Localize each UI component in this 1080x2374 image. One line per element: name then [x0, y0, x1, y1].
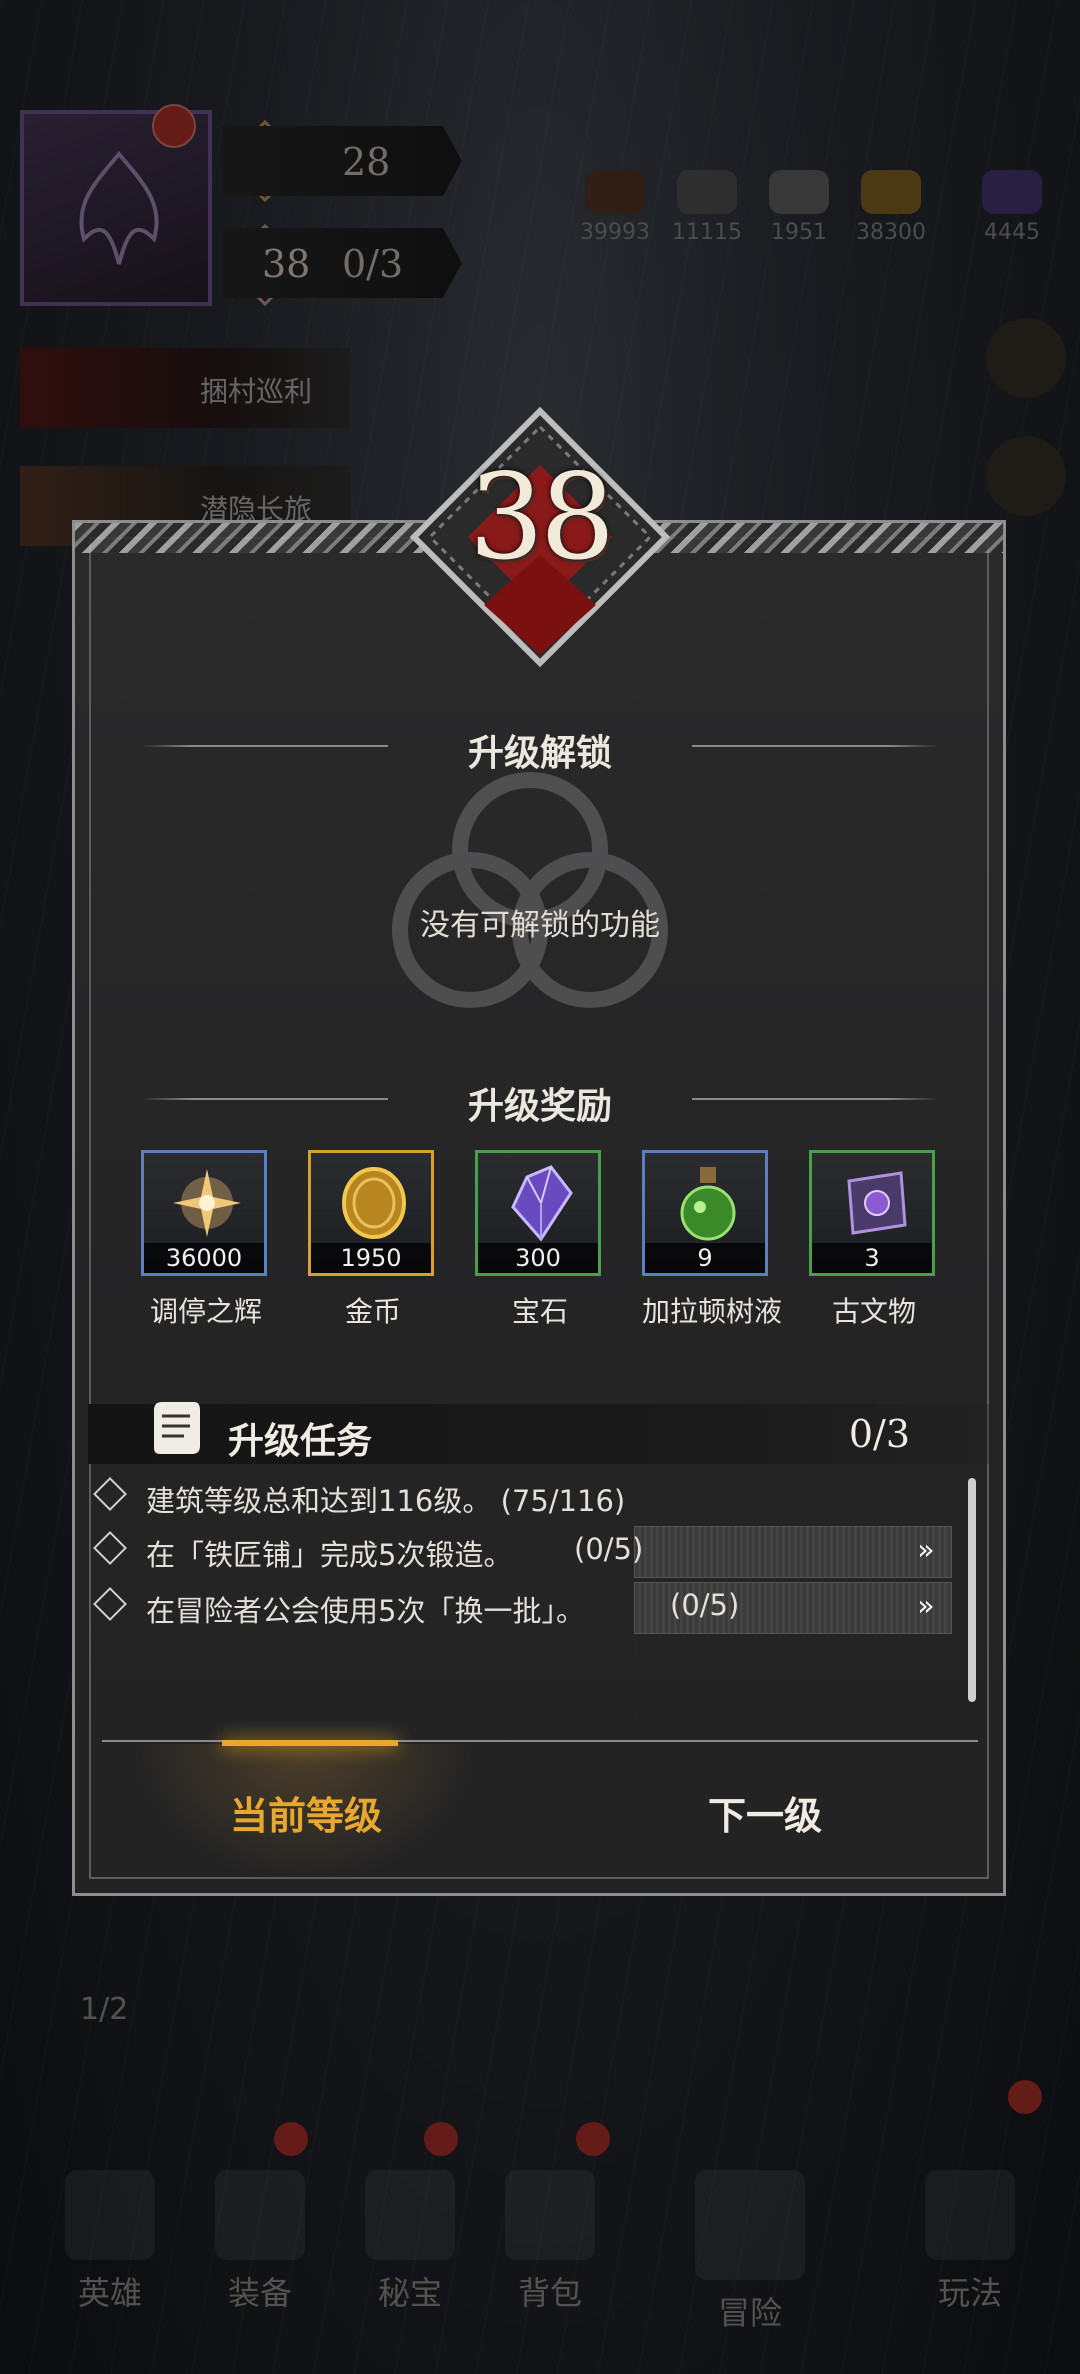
- double-chevron-right-icon: »: [917, 1589, 935, 1622]
- diamond-bullet-icon: [93, 1587, 127, 1621]
- reward-item[interactable]: 36000 调停之辉: [141, 1150, 271, 1330]
- reward-slot: 300: [475, 1150, 601, 1276]
- artifact-box-icon: [847, 1171, 907, 1235]
- scroll-icon: [154, 1402, 200, 1454]
- task-text: 建筑等级总和达到116级。 (75/116): [146, 1484, 626, 1518]
- reward-item[interactable]: 9 加拉顿树液: [642, 1150, 783, 1330]
- task-go-button[interactable]: »: [634, 1526, 952, 1578]
- double-chevron-right-icon: »: [917, 1533, 935, 1566]
- tab-current-level[interactable]: 当前等级: [230, 1785, 382, 1840]
- task-progress: (75/116): [500, 1484, 626, 1518]
- task-scrollbar[interactable]: [968, 1478, 976, 1702]
- potion-bottle-icon: [680, 1167, 736, 1241]
- task-item: » 在冒险者公会使用5次「换一批」。 (0/5): [93, 1582, 952, 1634]
- reward-count: 300: [478, 1243, 598, 1273]
- reward-count: 1950: [311, 1243, 431, 1273]
- reward-slot: 36000: [141, 1150, 267, 1276]
- level-number: 38: [468, 448, 615, 586]
- task-header: 升级任务 0/3: [88, 1402, 992, 1464]
- reward-name: 宝石: [511, 1295, 568, 1328]
- reward-section-title: 升级奖励: [467, 1086, 612, 1127]
- reward-count: 9: [645, 1243, 765, 1273]
- reward-item[interactable]: 300 宝石: [475, 1150, 605, 1330]
- task-text: 在「铁匠铺」完成5次锻造。: [146, 1538, 513, 1572]
- reward-name: 金币: [344, 1295, 401, 1328]
- reward-slot: 1950: [308, 1150, 434, 1276]
- task-text: 在冒险者公会使用5次「换一批」。: [146, 1594, 585, 1628]
- task-progress: (0/5): [574, 1532, 644, 1566]
- diamond-bullet-icon: [93, 1531, 127, 1565]
- reward-name: 加拉顿树液: [642, 1295, 783, 1328]
- reward-item[interactable]: 3 古文物: [809, 1150, 939, 1330]
- reward-name: 调停之辉: [149, 1295, 262, 1328]
- task-item: » 在「铁匠铺」完成5次锻造。 (0/5): [93, 1526, 952, 1578]
- diamond-bullet-icon: [93, 1477, 127, 1511]
- celtic-knot-icon: [392, 772, 668, 1008]
- task-section-title: 升级任务: [228, 1421, 373, 1462]
- radiant-star-icon: [173, 1169, 241, 1237]
- tab-next-level[interactable]: 下一级: [708, 1785, 822, 1840]
- reward-count: 3: [812, 1243, 932, 1273]
- reward-name: 古文物: [831, 1295, 916, 1328]
- gem-crystal-icon: [511, 1165, 573, 1242]
- reward-count: 36000: [144, 1243, 264, 1273]
- gold-coin-icon: [342, 1167, 406, 1239]
- no-unlock-message: 没有可解锁的功能: [420, 908, 660, 943]
- reward-item[interactable]: 1950 金币: [308, 1150, 438, 1330]
- reward-slot: 9: [642, 1150, 768, 1276]
- task-item: 建筑等级总和达到116级。 (75/116): [93, 1472, 950, 1518]
- tab-active-indicator: [222, 1740, 398, 1746]
- reward-slot: 3: [809, 1150, 935, 1276]
- task-progress: (0/5): [670, 1588, 740, 1622]
- task-completion-count: 0/3: [848, 1412, 910, 1456]
